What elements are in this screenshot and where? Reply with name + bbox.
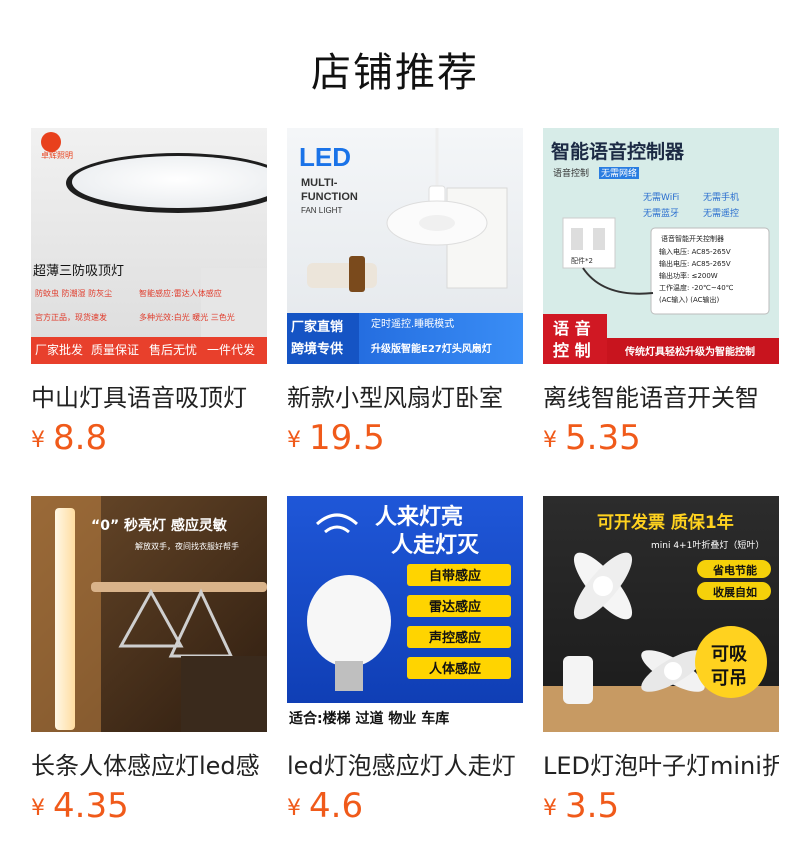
currency-symbol: ¥: [31, 796, 45, 821]
svg-text:收展自如: 收展自如: [713, 585, 757, 599]
brand-logo-icon: [41, 132, 61, 152]
light-bulb: [307, 575, 391, 667]
product-name[interactable]: 长条人体感应灯led感: [31, 746, 267, 781]
svg-text:输出功率: ≤200W: 输出功率: ≤200W: [659, 271, 718, 280]
image-headline: 人来灯亮: [375, 504, 463, 530]
svg-text:FUNCTION: FUNCTION: [301, 191, 358, 203]
svg-text:声控感应: 声控感应: [428, 630, 481, 646]
product-name[interactable]: led灯泡感应灯人走灯: [287, 746, 523, 781]
svg-text:人体感应: 人体感应: [429, 661, 481, 677]
currency-symbol: ¥: [543, 796, 557, 821]
product-image[interactable]: LED MULTI- FUNCTION FAN LIGHT 厂家直销 跨境专供 …: [287, 128, 523, 364]
svg-text:无需网络: 无需网络: [601, 167, 637, 179]
clothes-rail: [91, 582, 267, 592]
image-feature: 官方正品，现货速发: [35, 312, 107, 322]
svg-text:跨境专供: 跨境专供: [291, 341, 343, 357]
currency-symbol: ¥: [543, 428, 557, 453]
svg-text:无需WiFi: 无需WiFi: [643, 192, 679, 203]
product-price: ¥4.35: [31, 786, 129, 826]
image-headline: 可开发票 质保1年: [597, 512, 734, 533]
svg-text:语音控制: 语音控制: [553, 167, 589, 179]
banner-text: 厂家批发: [35, 342, 83, 357]
svg-text:可吸: 可吸: [711, 644, 748, 665]
product-name[interactable]: LED灯泡叶子灯mini折: [543, 746, 779, 781]
product-price: ¥4.6: [287, 786, 363, 826]
svg-text:升级版智能E27灯头风扇灯: 升级版智能E27灯头风扇灯: [371, 342, 492, 355]
svg-text:输出电压: AC85-265V: 输出电压: AC85-265V: [659, 259, 731, 268]
product-image[interactable]: 可开发票 质保1年 mini 4+1叶折叠灯（短叶） 省电节能 收展自如 可吸 …: [543, 496, 779, 732]
product-price: ¥19.5: [287, 418, 385, 458]
price-value: 3.5: [565, 786, 620, 826]
clothes: [181, 656, 267, 732]
image-headline: 超薄三防吸顶灯: [33, 263, 124, 279]
bulb-base: [335, 661, 363, 691]
svg-text:解放双手，夜间找衣服好帮手: 解放双手，夜间找衣服好帮手: [135, 541, 239, 551]
image-feature: 智能感应:雷达人体感应: [139, 288, 222, 298]
product-name[interactable]: 中山灯具语音吸顶灯: [31, 378, 267, 413]
svg-text:厂家直销: 厂家直销: [291, 319, 343, 335]
svg-text:FAN LIGHT: FAN LIGHT: [301, 206, 342, 215]
image-headline: 智能语音控制器: [551, 140, 685, 163]
price-value: 19.5: [309, 418, 385, 458]
currency-symbol: ¥: [287, 796, 301, 821]
product-name[interactable]: 离线智能语音开关智: [543, 378, 779, 413]
svg-text:输入电压: AC85-265V: 输入电压: AC85-265V: [659, 247, 731, 256]
svg-text:无需蓝牙: 无需蓝牙: [643, 207, 679, 219]
svg-text:定时遥控.睡眠模式: 定时遥控.睡眠模式: [371, 317, 454, 330]
svg-text:传统灯具轻松升级为智能控制: 传统灯具轻松升级为智能控制: [624, 345, 755, 358]
price-value: 4.35: [53, 786, 129, 826]
product-price: ¥5.35: [543, 418, 641, 458]
brand-logo-text: 卓辉照明: [41, 150, 73, 160]
svg-text:语 音: 语 音: [553, 319, 591, 338]
currency-symbol: ¥: [287, 428, 301, 453]
banner-text: 售后无忧: [149, 342, 197, 357]
image-headline: “0” 秒亮灯 感应灵敏: [91, 517, 228, 534]
price-value: 8.8: [53, 418, 108, 458]
svg-text:适合:楼梯 过道 物业 车库: 适合:楼梯 过道 物业 车库: [289, 710, 449, 727]
sofa: [307, 263, 377, 288]
svg-text:配件*2: 配件*2: [571, 256, 593, 265]
window-light: [201, 268, 267, 343]
svg-text:省电节能: 省电节能: [712, 563, 757, 577]
svg-text:无需手机: 无需手机: [703, 191, 739, 203]
product-image[interactable]: 卓辉照明 超薄三防吸顶灯 防蚊虫 防潮湿 防灰尘 智能感应:雷达人体感应 官方正…: [31, 128, 267, 364]
product-image[interactable]: “0” 秒亮灯 感应灵敏 解放双手，夜间找衣服好帮手: [31, 496, 267, 732]
svg-text:工作温度: -20℃~40℃: 工作温度: -20℃~40℃: [659, 283, 734, 292]
svg-text:雷达感应: 雷达感应: [429, 599, 481, 615]
svg-text:语音智能开关控制器: 语音智能开关控制器: [661, 234, 724, 243]
product-price: ¥3.5: [543, 786, 619, 826]
led-light-bar: [55, 508, 75, 730]
product-name[interactable]: 新款小型风扇灯卧室: [287, 378, 523, 413]
image-headline: 人走灯灭: [391, 533, 480, 558]
remote-control: [349, 256, 365, 292]
svg-text:控 制: 控 制: [553, 341, 591, 360]
svg-text:mini 4+1叶折叠灯（短叶）: mini 4+1叶折叠灯（短叶）: [651, 539, 764, 551]
fan-light-center: [419, 215, 455, 231]
price-value: 5.35: [565, 418, 641, 458]
svg-text:无需遥控: 无需遥控: [703, 207, 739, 219]
image-feature: 多种光效:白光 暖光 三色光: [139, 312, 235, 322]
section-title: 店铺推荐: [311, 50, 479, 96]
product-image[interactable]: 智能语音控制器 语音控制 无需网络 无需WiFi 无需手机 无需蓝牙 无需遥控 …: [543, 128, 779, 364]
image-feature: 防蚊虫 防潮湿 防灰尘: [35, 288, 112, 298]
banner-text: 质量保证: [91, 343, 139, 357]
price-value: 4.6: [309, 786, 364, 826]
svg-text:自带感应: 自带感应: [429, 568, 481, 584]
product-image[interactable]: 人来灯亮 人走灯灭 自带感应 雷达感应 声控感应 人体感应 适合:楼梯 过道 物…: [287, 496, 523, 732]
svg-text:MULTI-: MULTI-: [301, 177, 338, 189]
svg-text:(AC输入) (AC输出): (AC输入) (AC输出): [659, 295, 720, 304]
currency-symbol: ¥: [31, 428, 45, 453]
svg-text:可吊: 可吊: [711, 668, 747, 689]
image-brand: LED: [299, 142, 351, 172]
banner-text: 一件代发: [207, 342, 255, 357]
product-price: ¥8.8: [31, 418, 107, 458]
